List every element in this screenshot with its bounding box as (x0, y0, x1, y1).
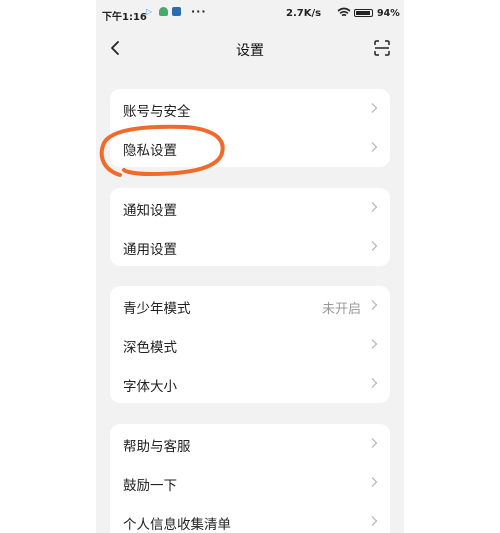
notification-icons: ▷ (146, 7, 181, 16)
settings-item-account-security[interactable]: 账号与安全 (110, 89, 390, 128)
settings-item-label: 鼓励一下 (123, 478, 177, 494)
settings-screen: 下午1:16 ▷ ··· 2.7K/s 94% 设置 账号与安全 隐私设置 通知… (96, 0, 404, 533)
chevron-right-icon (371, 516, 378, 526)
settings-item-help-support[interactable]: 帮助与客服 (110, 424, 390, 463)
chevron-right-icon (371, 202, 378, 212)
chevron-right-icon (371, 300, 378, 310)
app-notification-icon-2 (172, 7, 181, 16)
settings-group-display: 青少年模式 未开启 深色模式 字体大小 (110, 286, 390, 403)
page-title: 设置 (236, 43, 264, 59)
settings-item-label: 个人信息收集清单 (123, 517, 231, 533)
wifi-icon (337, 7, 351, 17)
settings-item-general[interactable]: 通用设置 (110, 227, 390, 266)
app-notification-icon (159, 7, 168, 16)
chevron-right-icon (371, 142, 378, 152)
settings-item-label: 通知设置 (123, 203, 177, 219)
settings-item-font-size[interactable]: 字体大小 (110, 364, 390, 403)
chevron-right-icon (371, 241, 378, 251)
settings-item-dark-mode[interactable]: 深色模式 (110, 325, 390, 364)
scan-icon[interactable] (374, 40, 390, 56)
nav-bar: 设置 (96, 30, 404, 68)
settings-group-help: 帮助与客服 鼓励一下 个人信息收集清单 (110, 424, 390, 533)
settings-item-teen-mode[interactable]: 青少年模式 未开启 (110, 286, 390, 325)
settings-item-label: 账号与安全 (123, 104, 191, 120)
chevron-right-icon (371, 477, 378, 487)
settings-item-personal-info-list[interactable]: 个人信息收集清单 (110, 502, 390, 533)
play-icon: ▷ (146, 7, 153, 16)
network-speed: 2.7K/s (286, 8, 322, 19)
battery-percent: 94% (377, 8, 400, 19)
chevron-right-icon (371, 339, 378, 349)
settings-item-privacy[interactable]: 隐私设置 (110, 128, 390, 167)
settings-item-label: 隐私设置 (123, 143, 177, 159)
settings-group-general: 通知设置 通用设置 (110, 188, 390, 266)
settings-item-label: 通用设置 (123, 242, 177, 258)
status-time: 下午1:16 (102, 12, 147, 23)
chevron-right-icon (371, 103, 378, 113)
settings-item-label: 青少年模式 (123, 301, 191, 317)
chevron-right-icon (371, 378, 378, 388)
settings-item-notifications[interactable]: 通知设置 (110, 188, 390, 227)
settings-item-label: 字体大小 (123, 379, 177, 395)
settings-item-label: 深色模式 (123, 340, 177, 356)
settings-item-encourage[interactable]: 鼓励一下 (110, 463, 390, 502)
settings-item-label: 帮助与客服 (123, 439, 191, 455)
status-bar: 下午1:16 ▷ ··· 2.7K/s 94% (96, 0, 404, 30)
more-notifications-icon: ··· (191, 5, 207, 18)
settings-group-account: 账号与安全 隐私设置 (110, 89, 390, 167)
teen-mode-status: 未开启 (321, 302, 361, 317)
chevron-right-icon (371, 438, 378, 448)
battery-icon (354, 9, 373, 17)
